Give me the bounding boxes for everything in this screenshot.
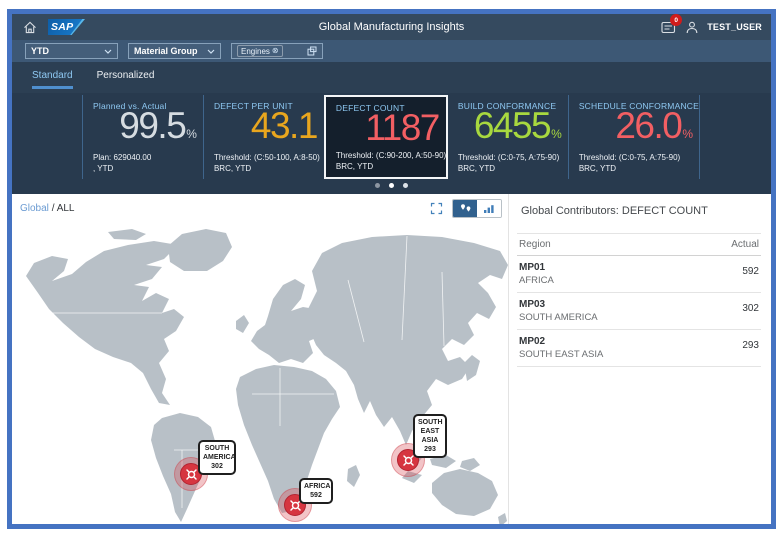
user-name[interactable]: TEST_USER (707, 22, 762, 32)
filter-bar: YTD Material Group Engines ⊗ (12, 40, 771, 62)
kpi-subtitle: Plan: 629040.00 (93, 152, 151, 163)
material-filter-input[interactable]: Engines ⊗ (231, 43, 323, 59)
kpi-subtitle: Threshold: (C:90-200, A:50-90) (336, 150, 446, 161)
chart-view-button[interactable] (477, 200, 501, 217)
app-title: Global Manufacturing Insights (12, 21, 771, 33)
token-remove-icon[interactable]: ⊗ (272, 47, 279, 55)
period-select-value: YTD (31, 46, 49, 56)
app-window: SAP Global Manufacturing Insights 0 TEST… (7, 9, 776, 529)
filter-token: Engines ⊗ (237, 45, 283, 57)
kpi-unit: % (551, 123, 562, 145)
notifications-button[interactable]: 0 (661, 20, 677, 34)
kpi-carousel: Planned vs. Actual 99.5% Plan: 629040.00… (12, 93, 771, 194)
tab-personalized[interactable]: Personalized (97, 70, 155, 86)
row-code: MP03 (519, 298, 759, 311)
row-code: MP02 (519, 335, 759, 348)
row-region: SOUTH AMERICA (519, 311, 759, 324)
breadcrumb-link-global[interactable]: Global (20, 203, 49, 214)
breadcrumb-current: / ALL (52, 203, 75, 214)
carousel-pagination (12, 183, 771, 188)
map-label-africa[interactable]: AFRICA 592 (299, 478, 333, 504)
kpi-unit: % (186, 123, 197, 145)
kpi-subtitle: Threshold: (C:50-100, A:8-50) (214, 152, 320, 163)
table-row[interactable]: MP02 SOUTH EAST ASIA 293 (517, 330, 761, 367)
filter-token-text: Engines (241, 47, 270, 56)
chevron-down-icon (104, 49, 112, 54)
kpi-tile-planned-vs-actual[interactable]: Planned vs. Actual 99.5% Plan: 629040.00… (82, 95, 203, 179)
kpi-value: 99.5 (119, 107, 185, 145)
contributors-panel: Global Contributors: DEFECT COUNT Region… (508, 194, 771, 524)
kpi-value: 43.1 (251, 107, 317, 145)
kpi-subtitle: BRC, YTD (579, 163, 680, 174)
user-icon (686, 21, 698, 34)
material-group-select[interactable]: Material Group (128, 43, 221, 59)
kpi-subtitle: Threshold: (C:0-75, A:75-90) (579, 152, 680, 163)
period-select[interactable]: YTD (25, 43, 118, 59)
kpi-value: 26.0 (615, 107, 681, 145)
breadcrumb: Global / ALL (20, 203, 75, 214)
kpi-subtitle: , YTD (93, 163, 151, 174)
kpi-tile-build-conformance[interactable]: BUILD CONFORMANCE 6455% Threshold: (C:0-… (448, 95, 568, 179)
row-region: SOUTH EAST ASIA (519, 348, 759, 361)
column-header-actual: Actual (731, 239, 759, 250)
kpi-unit: % (682, 123, 693, 145)
map-label-south-america[interactable]: SOUTH AMERICA 302 (198, 440, 236, 475)
kpi-subtitle: BRC, YTD (336, 161, 446, 172)
world-map[interactable]: SOUTH AMERICA 302 AFRICA 592 SOUTH EAST … (12, 222, 508, 524)
bar-chart-icon (483, 203, 495, 214)
sap-logo: SAP (48, 19, 85, 35)
kpi-subtitle: BRC, YTD (458, 163, 559, 174)
table-row[interactable]: MP01 AFRICA 592 (517, 256, 761, 293)
kpi-value: 6455 (474, 107, 550, 145)
fullscreen-icon[interactable] (430, 202, 443, 215)
shell-header: SAP Global Manufacturing Insights 0 TEST… (12, 14, 771, 40)
kpi-value: 1187 (365, 109, 439, 147)
kpi-tile-schedule-conformance[interactable]: SCHEDULE CONFORMANCE 26.0% Threshold: (C… (568, 95, 700, 179)
tab-standard[interactable]: Standard (32, 70, 73, 89)
kpi-subtitle: BRC, YTD (214, 163, 320, 174)
table-header: Region Actual (517, 233, 761, 256)
notification-badge: 0 (670, 14, 682, 26)
carousel-dot[interactable] (375, 183, 380, 188)
map-pins-icon (459, 203, 472, 214)
row-actual: 302 (742, 303, 759, 314)
row-region: AFRICA (519, 274, 759, 287)
kpi-tile-defect-count[interactable]: DEFECT COUNT 1187 Threshold: (C:90-200, … (324, 95, 448, 179)
value-help-icon[interactable] (307, 46, 317, 56)
contributors-title: Global Contributors: DEFECT COUNT (521, 205, 771, 217)
detail-area: Global / ALL (12, 194, 771, 524)
table-row[interactable]: MP03 SOUTH AMERICA 302 (517, 293, 761, 330)
carousel-dot[interactable] (403, 183, 408, 188)
chevron-down-icon (207, 49, 215, 54)
kpi-subtitle: Threshold: (C:0-75, A:75-90) (458, 152, 559, 163)
home-icon (23, 21, 37, 34)
kpi-tile-defect-per-unit[interactable]: DEFECT PER UNIT 43.1 Threshold: (C:50-10… (203, 95, 324, 179)
row-actual: 293 (742, 340, 759, 351)
material-group-select-value: Material Group (134, 46, 198, 56)
carousel-dot[interactable] (389, 183, 394, 188)
sap-logo-text: SAP (48, 21, 74, 33)
world-map-continents (12, 222, 508, 524)
column-header-region: Region (519, 239, 551, 250)
view-tabs: Standard Personalized (12, 62, 771, 93)
home-button[interactable] (21, 18, 39, 36)
row-actual: 592 (742, 266, 759, 277)
row-code: MP01 (519, 261, 759, 274)
map-toolbar: Global / ALL (12, 194, 508, 222)
contributors-table: Region Actual MP01 AFRICA 592 MP03 SOUTH… (517, 233, 761, 367)
view-switch (452, 199, 502, 218)
map-view-button[interactable] (453, 200, 477, 217)
map-label-south-east-asia[interactable]: SOUTH EAST ASIA 293 (413, 414, 447, 458)
